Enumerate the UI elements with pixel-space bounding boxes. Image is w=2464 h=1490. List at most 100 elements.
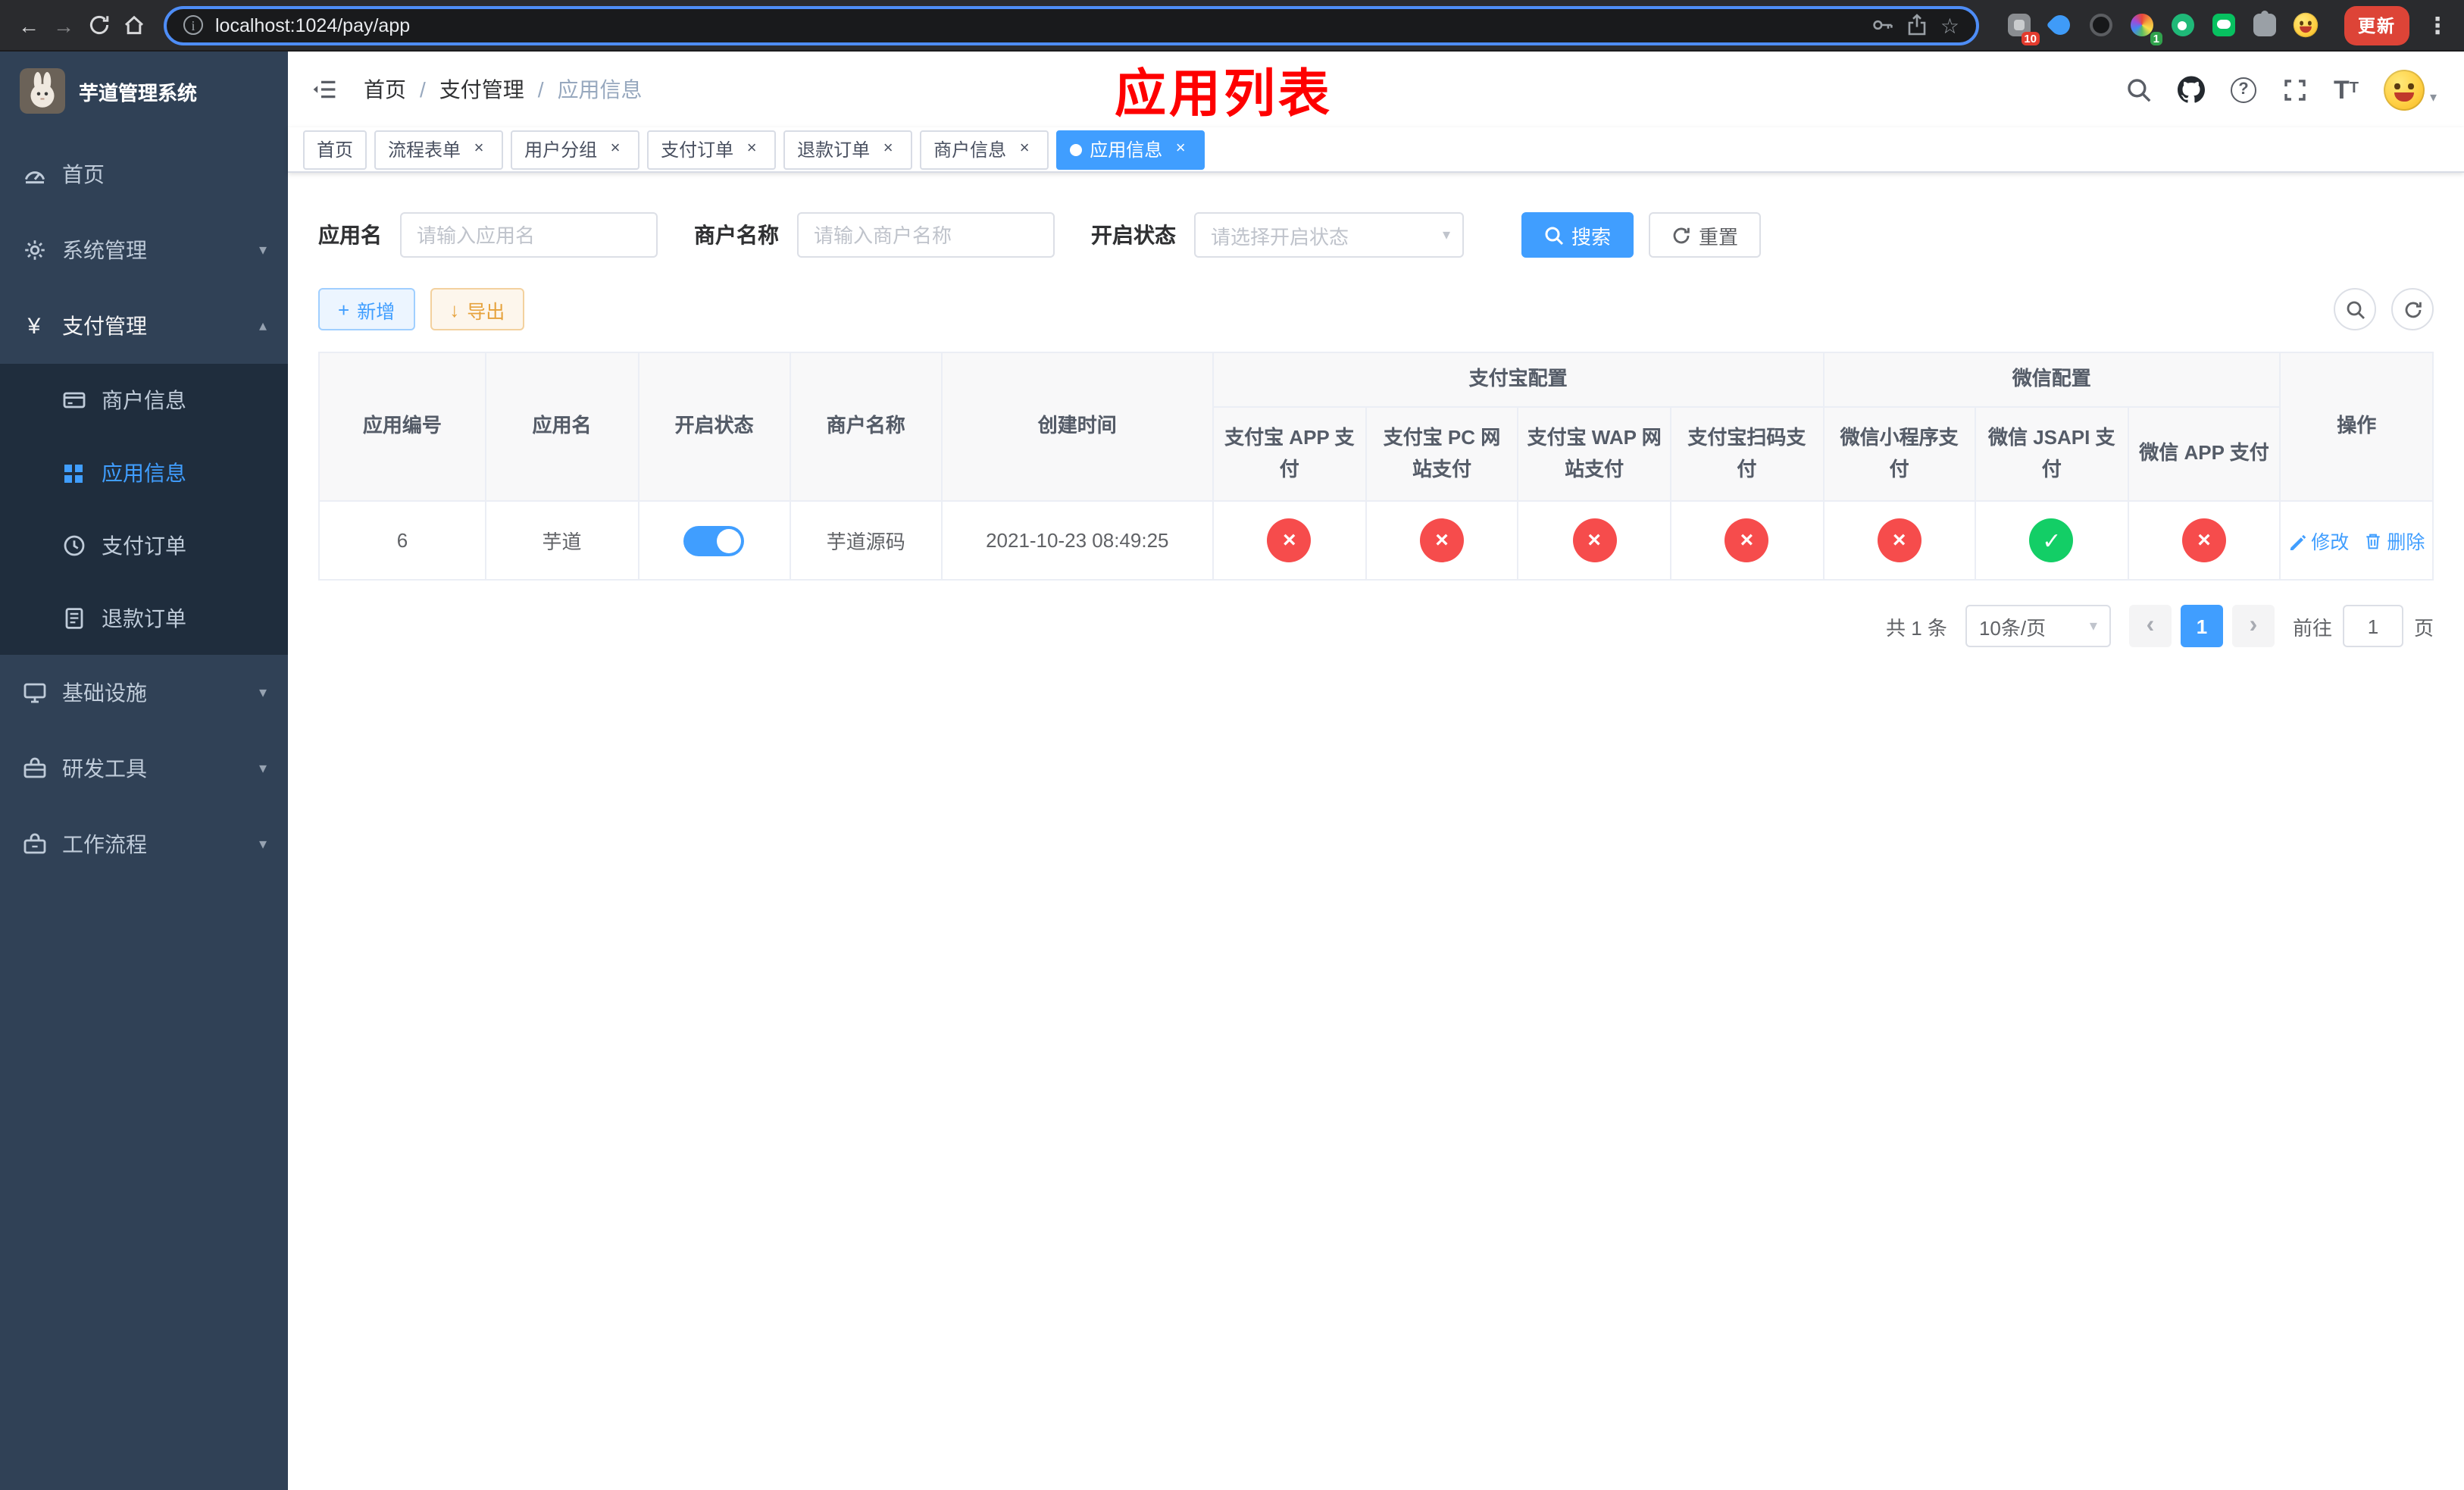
logo-link[interactable]: 芋道管理系统 xyxy=(0,52,288,130)
tab-merchant-info[interactable]: 商户信息 × xyxy=(920,130,1049,169)
extension-drop-icon[interactable] xyxy=(2045,11,2074,39)
tab-home[interactable]: 首页 xyxy=(303,130,367,169)
search-icon[interactable] xyxy=(2126,77,2152,102)
next-page-button[interactable]: › xyxy=(2231,605,2275,647)
page-size-select[interactable]: 10条/页 ▾ xyxy=(1965,605,2111,647)
delete-link-label: 删除 xyxy=(2387,532,2425,553)
chevron-down-icon: ▾ xyxy=(258,684,267,701)
search-button[interactable]: 搜索 xyxy=(1521,212,1634,258)
cell-app-name: 芋道 xyxy=(484,500,639,581)
status-toggle[interactable] xyxy=(683,525,745,556)
profile-avatar-icon[interactable] xyxy=(2291,11,2319,39)
export-button[interactable]: ↓ 导出 xyxy=(430,288,525,330)
prev-page-button[interactable]: ‹ xyxy=(2128,605,2172,647)
tab-refund-order[interactable]: 退款订单 × xyxy=(783,130,913,169)
extensions-puzzle-icon[interactable] xyxy=(2250,10,2278,39)
sidebar-item-label: 基础设施 xyxy=(62,681,147,705)
url-text: localhost:1024/pay/app xyxy=(215,14,411,36)
breadcrumb: 首页 / 支付管理 / 应用信息 xyxy=(364,74,643,105)
cell-alipay-wap xyxy=(1517,500,1671,581)
sidebar-item-pay-order[interactable]: 支付订单 xyxy=(0,509,288,582)
home-icon[interactable] xyxy=(120,11,147,39)
close-tab-icon[interactable]: × xyxy=(605,139,626,160)
col-header-alipay-wap: 支付宝 WAP 网站支付 xyxy=(1517,406,1671,502)
extension-wechat-icon[interactable] xyxy=(2209,11,2237,39)
chevron-down-icon: ▾ xyxy=(258,760,267,777)
config-status-icon xyxy=(1724,518,1769,562)
share-icon[interactable] xyxy=(1907,14,1928,36)
forward-icon[interactable]: → xyxy=(50,11,77,39)
cell-app-id: 6 xyxy=(318,500,486,581)
profile-face-glyph xyxy=(2292,12,2318,38)
sidebar-item-home[interactable]: 首页 xyxy=(0,136,288,212)
back-icon[interactable]: ← xyxy=(15,11,42,39)
merchant-name-field-wrap xyxy=(797,212,1055,258)
breadcrumb-home[interactable]: 首页 xyxy=(364,74,406,105)
col-header-wechat-app: 微信 APP 支付 xyxy=(2127,406,2281,502)
app-name-input[interactable] xyxy=(400,212,658,258)
edit-link-label: 修改 xyxy=(2311,532,2350,553)
monitor-icon xyxy=(21,680,47,706)
sidebar-item-refund-order[interactable]: 退款订单 xyxy=(0,582,288,655)
close-tab-icon[interactable]: × xyxy=(1170,139,1191,160)
merchant-name-input[interactable] xyxy=(797,212,1055,258)
sidebar-menu: 首页 系统管理 ▾ ¥ 支付管理 ▴ 商户信息 应用信息 支付订单 退款订单 基… xyxy=(0,130,288,1490)
table-row: 6 芋道 芋道源码 2021-10-23 08:49:25 × × × × × … xyxy=(318,500,2434,581)
delete-link[interactable]: 删除 xyxy=(2364,526,2425,555)
password-key-icon[interactable] xyxy=(1872,14,1895,36)
order-clock-icon xyxy=(61,533,86,559)
sidebar-item-devtools[interactable]: 研发工具 ▾ xyxy=(0,731,288,806)
breadcrumb-separator: / xyxy=(537,77,544,102)
chrome-update-button[interactable]: 更新 xyxy=(2344,5,2409,45)
tab-process-form[interactable]: 流程表单 × xyxy=(374,130,504,169)
close-tab-icon[interactable]: × xyxy=(877,139,899,160)
close-tab-icon[interactable]: × xyxy=(741,139,762,160)
tab-label: 应用信息 xyxy=(1090,139,1163,161)
user-avatar[interactable]: ▾ xyxy=(2384,69,2437,110)
site-info-icon[interactable]: i xyxy=(183,15,203,35)
col-header-wechat-jsapi: 微信 JSAPI 支付 xyxy=(1975,406,2129,502)
extension-color-wheel-icon[interactable]: 1 xyxy=(2128,11,2162,45)
refresh-button[interactable] xyxy=(2391,288,2434,330)
sidebar-item-merchant-info[interactable]: 商户信息 xyxy=(0,364,288,437)
fullscreen-icon[interactable] xyxy=(2282,77,2308,102)
breadcrumb-current: 应用信息 xyxy=(557,77,643,102)
current-page-button[interactable]: 1 xyxy=(2180,605,2223,647)
status-select[interactable]: 请选择开启状态 ▾ xyxy=(1194,212,1464,258)
tab-user-group[interactable]: 用户分组 × xyxy=(511,130,640,169)
address-bar[interactable]: i localhost:1024/pay/app ☆ xyxy=(164,5,1979,45)
bookmark-star-icon[interactable]: ☆ xyxy=(1940,14,1959,36)
sidebar-item-system[interactable]: 系统管理 ▾ xyxy=(0,212,288,288)
tab-app-info[interactable]: 应用信息 × xyxy=(1056,130,1205,169)
cell-wechat-mini xyxy=(1822,500,1977,581)
reset-button[interactable]: 重置 xyxy=(1649,212,1762,258)
goto-page-input[interactable] xyxy=(2342,605,2403,647)
sidebar-item-infra[interactable]: 基础设施 ▾ xyxy=(0,655,288,731)
cell-created: 2021-10-23 08:49:25 xyxy=(940,500,1215,581)
col-header-wechat-mini: 微信小程序支付 xyxy=(1822,406,1977,502)
cell-status xyxy=(637,500,792,581)
github-icon[interactable] xyxy=(2177,76,2205,103)
edit-link[interactable]: 修改 xyxy=(2288,526,2349,555)
config-status-icon xyxy=(2181,518,2226,562)
close-tab-icon[interactable]: × xyxy=(468,139,489,160)
chevron-down-icon: ▾ xyxy=(258,242,267,258)
breadcrumb-payment[interactable]: 支付管理 xyxy=(439,74,524,105)
extension-green-ring-icon[interactable] xyxy=(2169,11,2196,39)
extension-dark-icon[interactable] xyxy=(2087,11,2114,39)
sidebar-toggle-icon[interactable] xyxy=(288,52,361,127)
tab-pay-order[interactable]: 支付订单 × xyxy=(647,130,777,169)
font-size-icon[interactable]: TT xyxy=(2334,77,2359,102)
browser-menu-icon[interactable]: ⋮ xyxy=(2426,11,2449,39)
sidebar-item-payment[interactable]: ¥ 支付管理 ▴ xyxy=(0,288,288,364)
toggle-search-button[interactable] xyxy=(2334,288,2376,330)
sidebar-item-app-info[interactable]: 应用信息 xyxy=(0,437,288,509)
add-button[interactable]: + 新增 xyxy=(318,288,415,330)
extension-tabs-icon[interactable]: 10 xyxy=(2005,11,2040,45)
close-tab-icon[interactable]: × xyxy=(1014,139,1035,160)
sidebar-item-workflow[interactable]: 工作流程 ▾ xyxy=(0,806,288,882)
col-header-app-id: 应用编号 xyxy=(318,352,486,502)
cell-merchant: 芋道源码 xyxy=(790,500,943,581)
help-icon[interactable]: ? xyxy=(2230,77,2256,102)
reload-icon[interactable] xyxy=(85,11,112,39)
